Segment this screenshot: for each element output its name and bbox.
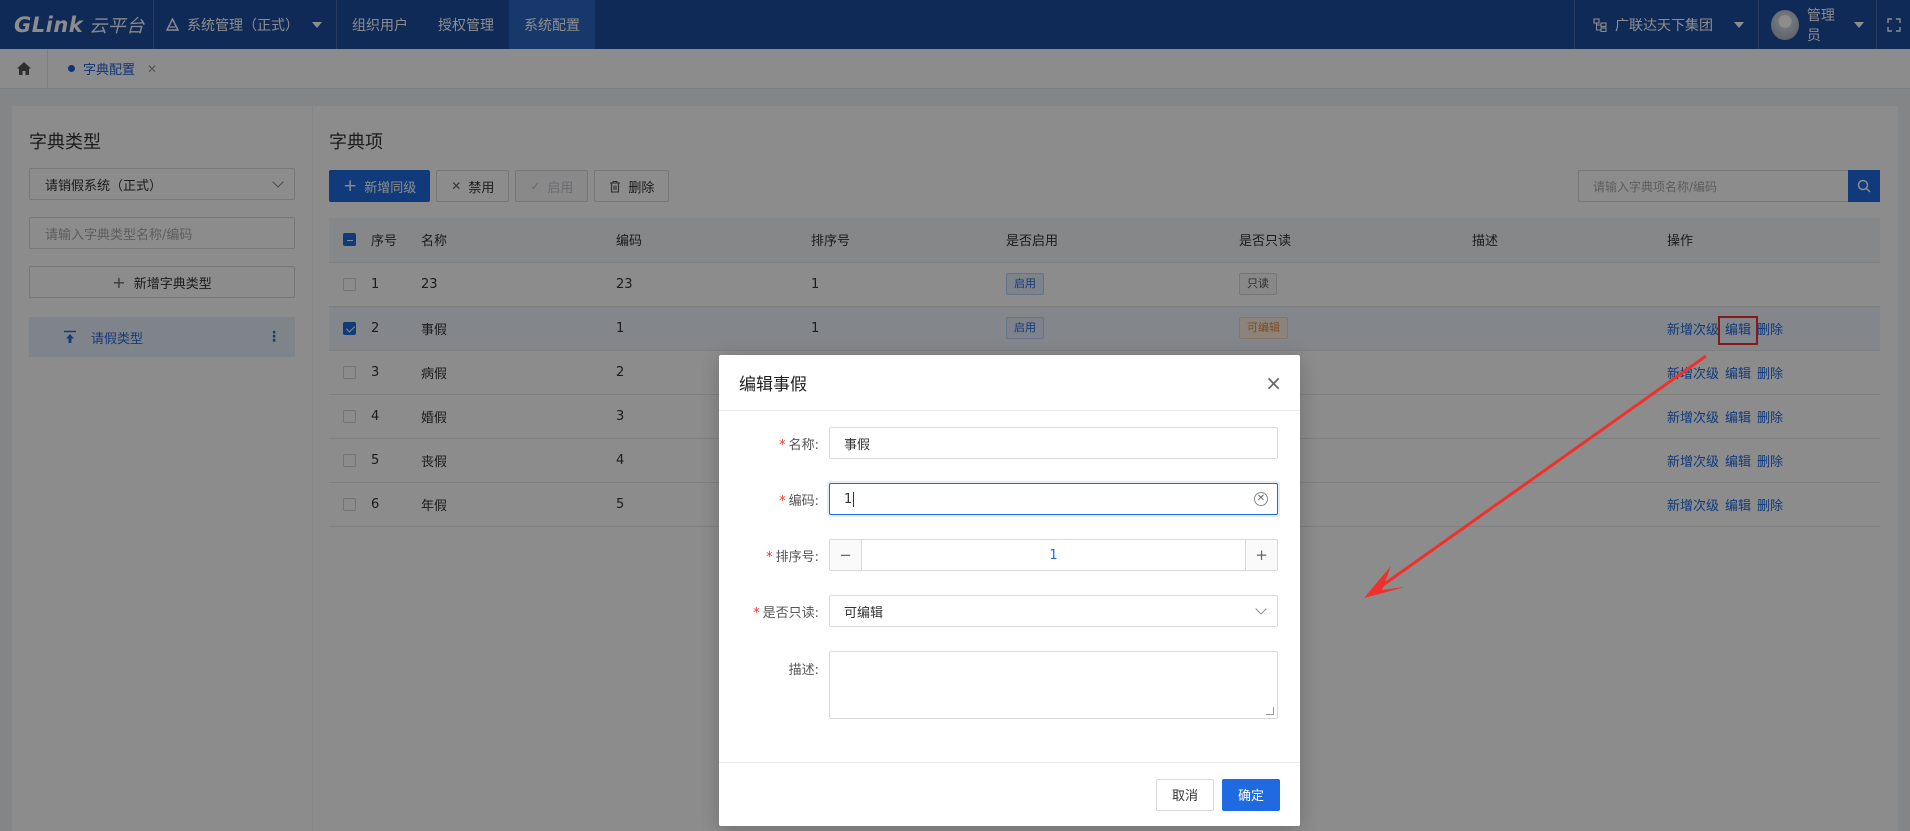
name-row: * 名称: 事假 [719,427,1300,459]
dialog-header: 编辑事假 × [719,355,1300,411]
readonly-value: 可编辑 [844,605,884,621]
close-icon[interactable]: × [1265,373,1282,393]
dialog-title: 编辑事假 [739,375,807,395]
readonly-row: * 是否只读: 可编辑 [719,595,1300,627]
minus-icon[interactable]: − [830,540,862,570]
sort-label: * 排序号: [766,549,819,565]
code-field[interactable]: 1 ✕ [829,483,1278,515]
description-row: 描述: [719,651,1300,719]
sort-row: * 排序号: − 1 + [719,539,1300,571]
plus-icon[interactable]: + [1245,540,1277,570]
readonly-select[interactable]: 可编辑 [829,595,1278,627]
confirm-button[interactable]: 确定 [1221,778,1280,811]
sort-stepper[interactable]: − 1 + [829,539,1278,571]
description-textarea[interactable] [829,651,1278,719]
clear-icon[interactable]: ✕ [1254,492,1268,506]
chevron-down-icon [1255,603,1267,615]
edit-dialog: 编辑事假 × * 名称: 事假 * 编码: 1 ✕ * 排序号: − 1 + * 是否只… [719,355,1300,826]
name-label: * 名称: [779,437,819,453]
code-row: * 编码: 1 ✕ [719,483,1300,515]
name-value: 事假 [844,437,871,453]
code-value: 1 [844,491,853,507]
text-caret [853,491,855,507]
cancel-button[interactable]: 取消 [1155,778,1214,811]
name-field[interactable]: 事假 [829,427,1278,459]
description-label: 描述: [788,663,819,678]
resize-handle-icon[interactable] [1266,707,1274,715]
sort-value: 1 [1049,547,1058,563]
dialog-footer: 取消 确定 [719,762,1300,826]
readonly-label: * 是否只读: [753,605,819,621]
code-label: * 编码: [779,493,819,509]
